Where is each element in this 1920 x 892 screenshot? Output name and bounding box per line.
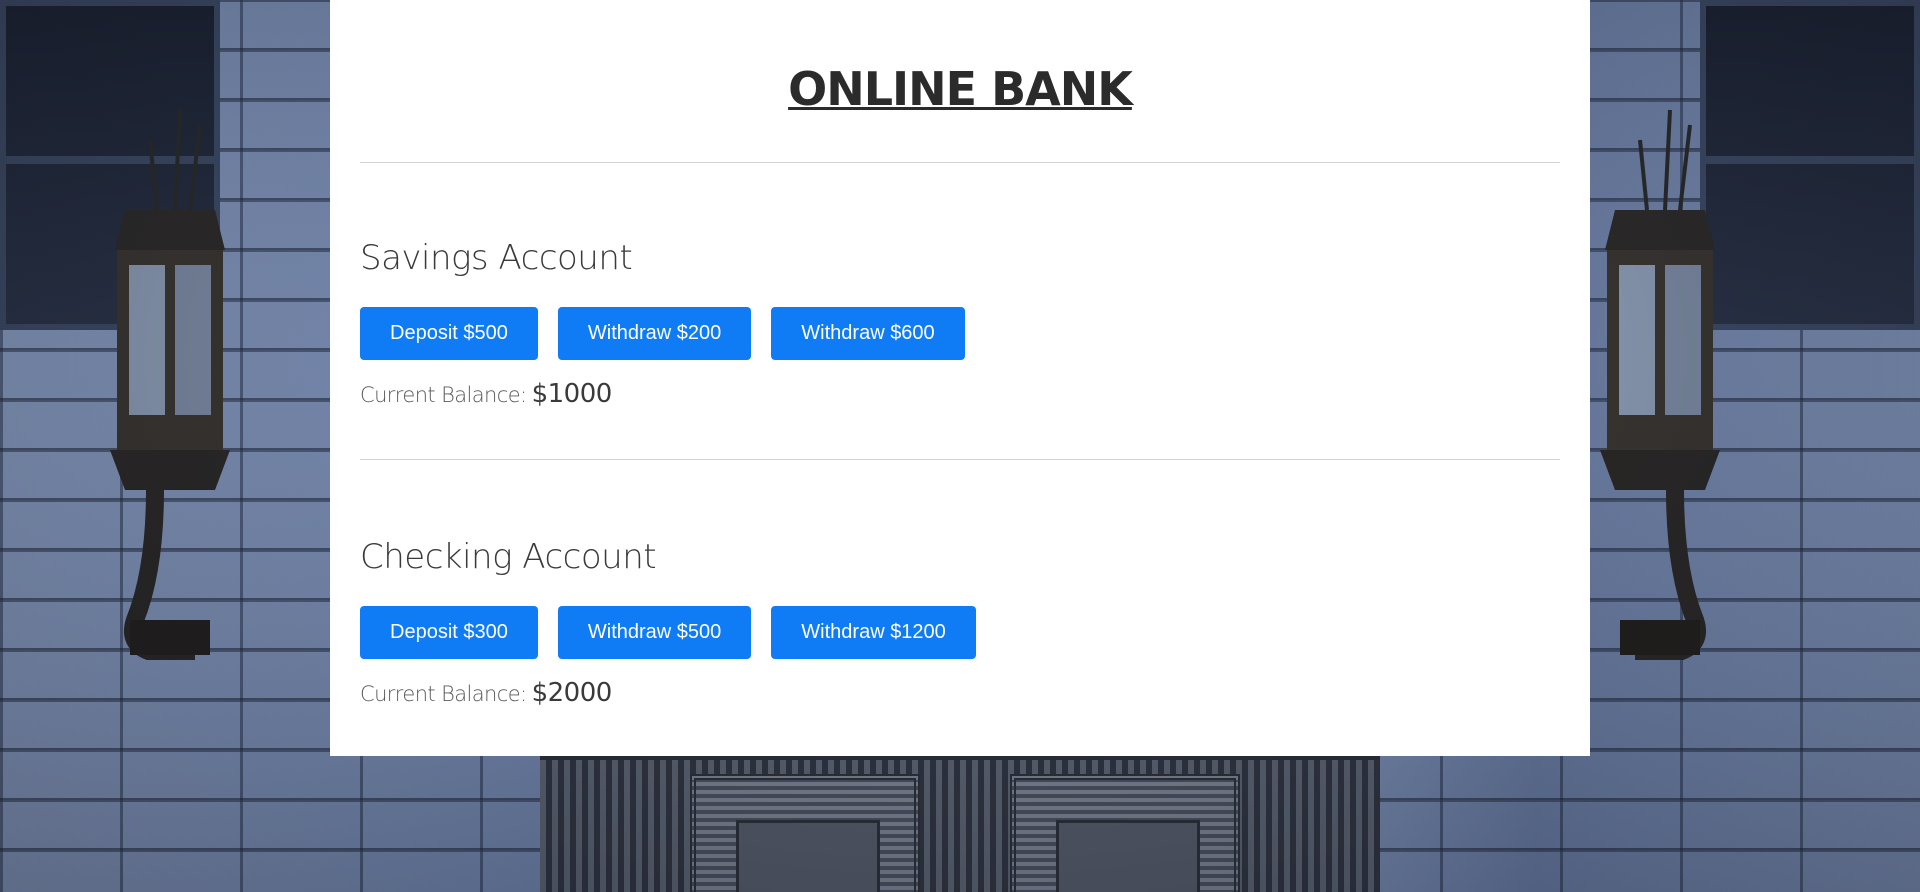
balance-label: Current Balance: — [360, 383, 527, 407]
deposit-button[interactable]: Deposit $500 — [360, 307, 538, 360]
page-title: ONLINE BANK — [788, 62, 1133, 116]
savings-account-section: Savings Account Deposit $500 Withdraw $2… — [360, 163, 1560, 413]
withdraw-button[interactable]: Withdraw $600 — [771, 307, 965, 360]
bank-card: ONLINE BANK Savings Account Deposit $500… — [330, 0, 1590, 756]
balance-label: Current Balance: — [360, 682, 527, 706]
current-balance: Current Balance: $1000 — [360, 378, 1560, 413]
withdraw-button[interactable]: Withdraw $500 — [557, 606, 752, 659]
account-title: Checking Account — [360, 537, 657, 577]
current-balance: Current Balance: $2000 — [360, 677, 1560, 712]
account-actions: Deposit $300 Withdraw $500 Withdraw $120… — [360, 606, 1560, 659]
checking-account-section: Checking Account Deposit $300 Withdraw $… — [360, 460, 1560, 712]
withdraw-button[interactable]: Withdraw $200 — [557, 307, 752, 360]
balance-value: $2000 — [531, 678, 613, 708]
account-actions: Deposit $500 Withdraw $200 Withdraw $600 — [360, 307, 1560, 360]
deposit-button[interactable]: Deposit $300 — [360, 606, 538, 659]
balance-value: $1000 — [531, 379, 613, 409]
withdraw-button[interactable]: Withdraw $1200 — [771, 606, 976, 659]
account-title: Savings Account — [360, 238, 633, 278]
